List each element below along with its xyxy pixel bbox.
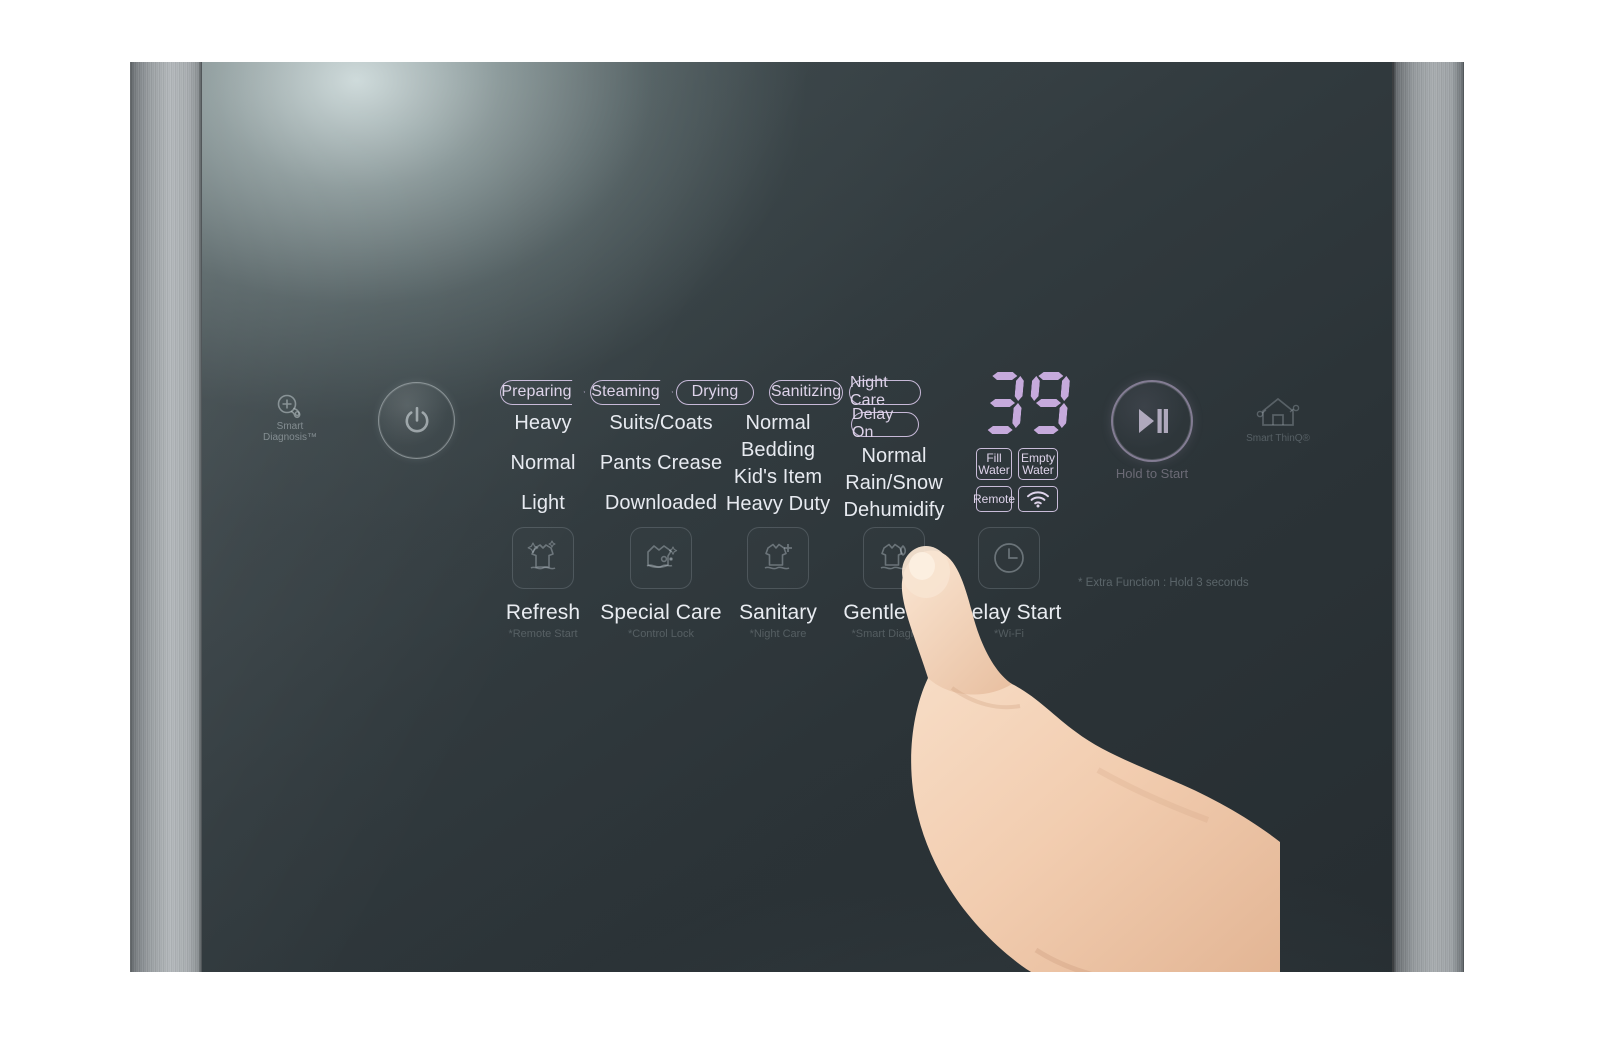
cycle-button-gentle-dry[interactable]: Gentle Dry *Smart Diagnosis [830,527,958,640]
cycle-button-label: Gentle Dry [843,601,945,624]
cycle-button-sublabel: *Night Care [749,628,807,640]
status-word-normal: Normal [745,412,811,434]
status-pill-label: Steaming [591,383,660,400]
status-pill-label: Delay On [852,406,894,441]
screenshot-root: Smart Diagnosis™ Preparing Steaming Drying… [0,0,1600,1062]
status-pill-label: Sanitizing [770,383,842,400]
special-care-icon [630,527,692,589]
cycle-button-sublabel: *Control Lock [627,628,695,640]
wifi-icon [1027,491,1049,508]
status-word-kid-s-item: Kid's Item [733,466,823,488]
status-word-heavy-duty: Heavy Duty [725,493,831,515]
cycle-button-refresh[interactable]: Refresh *Remote Start [479,527,607,640]
start-pause-hint: Hold to Start [1115,466,1189,481]
status-box-empty-water: Empty Water [1018,448,1058,480]
time-display [983,372,1069,434]
smart-diagnosis-badge[interactable]: Smart Diagnosis™ [247,393,333,451]
status-pill-preparing: Preparing [500,380,572,405]
status-pill-delay-on: Delay On [851,406,919,441]
status-word-light: Light [521,492,565,514]
cycle-button-delay-start[interactable]: Delay Start *Wi-Fi [945,527,1073,640]
cycle-button-sanitary[interactable]: Sanitary *Night Care [714,527,842,640]
status-box-wi-fi [1018,486,1058,512]
status-word-downloaded: Downloaded [604,492,718,514]
smart-diagnosis-line2: Diagnosis™ [263,431,317,443]
smart-diagnosis-line1: Smart [276,421,304,432]
cycle-button-sublabel: *Smart Diagnosis [851,628,937,640]
status-word-dehumidify: Dehumidify [843,499,945,521]
cycle-button-label: Sanitary [739,601,817,624]
status-pill-sanitizing: Sanitizing [769,380,843,405]
play-pause-icon [1139,409,1168,433]
smart-thinq-home-icon [1256,397,1300,426]
status-pill-label: Preparing [501,383,572,400]
smart-thinq-badge[interactable]: Smart ThinQ® [1233,392,1323,452]
power-button[interactable] [379,383,454,458]
smart-diagnosis-label: Smart Diagnosis™ [263,421,317,443]
status-pill-label: Drying [691,383,739,400]
power-icon [405,406,428,432]
status-box-line: Remote [972,491,1016,506]
status-pill-label: Night Care [850,374,888,409]
start-pause-button[interactable] [1113,382,1191,460]
cycle-button-sublabel: *Remote Start [508,628,578,640]
steel-frame-right [1392,62,1464,972]
steel-frame-left [130,62,202,972]
status-word-normal: Normal [861,445,927,467]
extra-function-note: * Extra Function : Hold 3 seconds [1078,577,1249,589]
status-word-suits-coats: Suits/Coats [609,412,713,434]
status-pill-steaming: Steaming [590,380,660,405]
status-pill-drying: Drying [676,380,754,405]
glass-control-panel: Smart Diagnosis™ Preparing Steaming Drying… [202,62,1392,972]
display-digit-2 [1026,372,1071,434]
status-word-rain-snow: Rain/Snow [845,472,943,494]
smart-thinq-label: Smart ThinQ® [1246,433,1310,444]
status-box-line: Water [1022,463,1054,477]
clock-icon [978,527,1040,589]
status-word-bedding: Bedding [740,439,816,461]
display-digit-1 [980,372,1025,434]
status-box-remote: Remote [972,486,1016,512]
status-word-pants-crease: Pants Crease [599,452,723,474]
status-word-heavy: Heavy [514,412,572,434]
cycle-button-sublabel: *Wi-Fi [994,628,1024,640]
cycle-button-label: Special Care [600,601,722,624]
status-box-fill-water: Fill Water [976,448,1012,480]
status-word-normal: Normal [510,452,576,474]
gentle-dry-icon [863,527,925,589]
status-pill-night-care: Night Care [849,374,921,409]
cycle-button-label: Delay Start [956,601,1062,624]
smart-diagnosis-icon [277,394,301,419]
sanitary-plus-icon [747,527,809,589]
refresh-shirt-icon [512,527,574,589]
cycle-button-special-care[interactable]: Special Care *Control Lock [597,527,725,640]
status-box-line: Water [978,463,1010,477]
cycle-button-label: Refresh [505,601,581,624]
